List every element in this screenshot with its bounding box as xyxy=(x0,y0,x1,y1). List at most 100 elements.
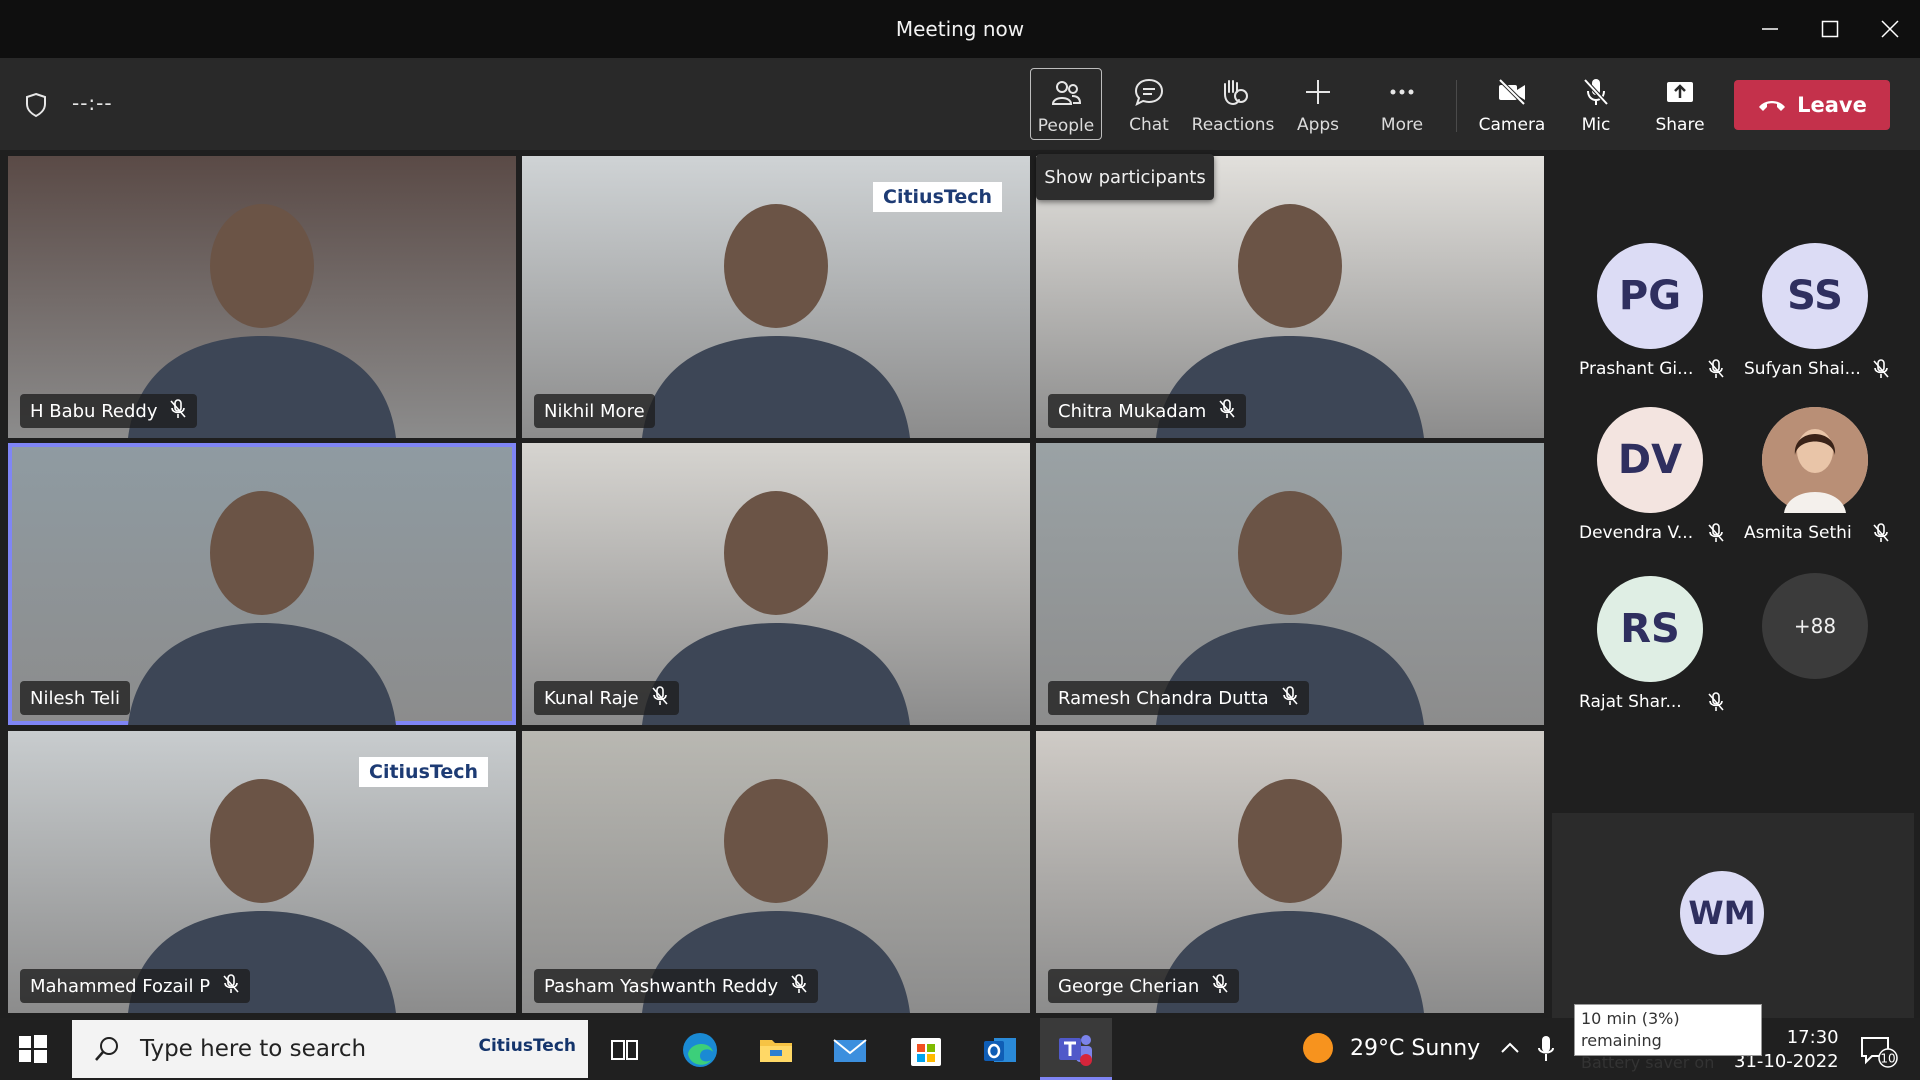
battery-tooltip: 10 min (3%) remaining Battery saver on xyxy=(1574,1004,1762,1072)
battery-remaining-text: 10 min (3%) remaining xyxy=(1581,1009,1680,1050)
search-brand-logo: CitiusTech xyxy=(478,1036,576,1056)
search-icon xyxy=(95,1037,118,1061)
mic-muted-icon xyxy=(222,973,240,999)
more-participants-button[interactable]: +88 xyxy=(1762,573,1868,679)
outlook-icon[interactable] xyxy=(980,1030,1020,1070)
file-explorer-icon[interactable] xyxy=(756,1030,796,1070)
participant-name-tag: Chitra Mukadam xyxy=(1048,394,1247,428)
participant-avatar[interactable] xyxy=(1762,407,1868,513)
participant-name-tag: Nikhil More xyxy=(534,394,655,428)
reactions-button[interactable]: Reactions xyxy=(1192,68,1274,140)
participant-name-tag: George Cherian xyxy=(1048,969,1240,1003)
roster-participant-name: Rajat Shar... xyxy=(1579,692,1682,712)
mic-muted-icon xyxy=(790,973,808,999)
windows-start-icon[interactable] xyxy=(18,1034,48,1068)
shield-icon xyxy=(24,92,48,122)
participant-name-tag: Nilesh Teli xyxy=(20,681,131,715)
mail-icon[interactable] xyxy=(830,1030,870,1070)
video-tile[interactable]: Nilesh Teli xyxy=(8,443,516,725)
participant-avatar[interactable]: SS xyxy=(1762,243,1868,349)
battery-saver-text: Battery saver on xyxy=(1581,1053,1715,1072)
mic-muted-icon xyxy=(1707,692,1725,716)
participant-avatar[interactable]: DV xyxy=(1597,407,1703,513)
more-label: More xyxy=(1380,115,1424,135)
self-video-tile[interactable]: WM xyxy=(1552,813,1914,1018)
participant-name-tag: Kunal Raje xyxy=(534,681,679,715)
chevron-up-icon[interactable] xyxy=(1498,1036,1522,1060)
roster-participant-name: Sufyan Shai... xyxy=(1744,359,1861,379)
mic-muted-icon xyxy=(1707,359,1725,383)
meeting-timer: --:-- xyxy=(72,91,113,115)
search-placeholder: Type here to search xyxy=(140,1036,367,1062)
mic-off-icon xyxy=(1583,78,1609,106)
apps-label: Apps xyxy=(1296,115,1340,135)
apps-button[interactable]: Apps xyxy=(1282,68,1354,140)
participant-name: Pasham Yashwanth Reddy xyxy=(544,975,779,997)
camera-label: Camera xyxy=(1478,115,1546,135)
participant-name: Mahammed Fozail P xyxy=(30,975,211,997)
weather-text[interactable]: 29°C Sunny xyxy=(1350,1036,1480,1061)
video-tile[interactable]: Ramesh Chandra Dutta xyxy=(1036,443,1544,725)
roster-participant-name: Prashant Gi... xyxy=(1579,359,1694,379)
participant-name: Ramesh Chandra Dutta xyxy=(1058,687,1269,709)
reactions-label: Reactions xyxy=(1191,115,1275,135)
video-tile[interactable]: George Cherian xyxy=(1036,731,1544,1013)
more-icon xyxy=(1390,89,1414,95)
notification-center-icon[interactable]: 10 xyxy=(1858,1034,1898,1072)
people-button[interactable]: People xyxy=(1030,68,1102,140)
teams-taskbar-button[interactable] xyxy=(1040,1018,1112,1080)
reactions-icon xyxy=(1224,80,1248,106)
mic-button[interactable]: Mic xyxy=(1560,68,1632,140)
share-button[interactable]: Share xyxy=(1644,68,1716,140)
company-brand-sign: CitiusTech xyxy=(873,182,1002,212)
video-tile[interactable]: CitiusTech Mahammed Fozail P xyxy=(8,731,516,1013)
participant-name: Kunal Raje xyxy=(544,687,639,709)
mic-muted-icon xyxy=(169,398,187,424)
participant-name-tag: Mahammed Fozail P xyxy=(20,969,251,1003)
taskbar-search-box[interactable]: Type here to search CitiusTech xyxy=(72,1020,588,1078)
camera-button[interactable]: Camera xyxy=(1476,68,1548,140)
participant-name-tag: H Babu Reddy xyxy=(20,394,198,428)
participant-avatar[interactable]: RS xyxy=(1597,576,1703,682)
participant-name: George Cherian xyxy=(1058,975,1200,997)
camera-off-icon xyxy=(1498,78,1526,106)
minimize-button[interactable] xyxy=(1740,0,1800,58)
microphone-icon[interactable] xyxy=(1536,1034,1560,1064)
microsoft-store-icon[interactable] xyxy=(906,1030,946,1070)
video-tile[interactable]: H Babu Reddy xyxy=(8,156,516,438)
participant-avatar[interactable]: PG xyxy=(1597,243,1703,349)
participant-name-tag: Ramesh Chandra Dutta xyxy=(1048,681,1309,715)
people-icon xyxy=(1051,81,1082,105)
mic-muted-icon xyxy=(1707,523,1725,547)
self-avatar: WM xyxy=(1680,871,1764,955)
share-label: Share xyxy=(1655,115,1705,135)
chat-icon xyxy=(1134,78,1164,106)
participant-name-tag: Pasham Yashwanth Reddy xyxy=(534,969,819,1003)
share-icon xyxy=(1667,82,1693,102)
chat-button[interactable]: Chat xyxy=(1113,68,1185,140)
mic-muted-icon xyxy=(1872,359,1890,383)
window-title: Meeting now xyxy=(895,17,1025,41)
chat-label: Chat xyxy=(1129,115,1169,135)
mic-muted-icon xyxy=(1218,398,1236,424)
close-button[interactable] xyxy=(1860,0,1920,58)
mic-muted-icon xyxy=(1211,973,1229,999)
show-participants-tooltip: Show participants xyxy=(1036,154,1214,200)
title-bar: Meeting now xyxy=(0,0,1920,58)
toolbar-divider xyxy=(1456,80,1457,132)
participant-name: Nikhil More xyxy=(544,400,645,422)
edge-browser-icon[interactable] xyxy=(680,1030,720,1070)
more-button[interactable]: More xyxy=(1366,68,1438,140)
company-brand-sign: CitiusTech xyxy=(359,757,488,787)
mic-label: Mic xyxy=(1581,115,1611,135)
plus-icon xyxy=(1306,80,1330,104)
mic-muted-icon xyxy=(651,685,669,711)
video-tile[interactable]: Kunal Raje xyxy=(522,443,1030,725)
participant-name: H Babu Reddy xyxy=(30,400,158,422)
video-tile[interactable]: Pasham Yashwanth Reddy xyxy=(522,731,1030,1013)
maximize-button[interactable] xyxy=(1800,0,1860,58)
participant-name: Chitra Mukadam xyxy=(1058,400,1207,422)
video-tile[interactable]: CitiusTech Nikhil More xyxy=(522,156,1030,438)
task-view-icon[interactable] xyxy=(604,1030,644,1070)
leave-button[interactable]: Leave xyxy=(1734,80,1890,130)
